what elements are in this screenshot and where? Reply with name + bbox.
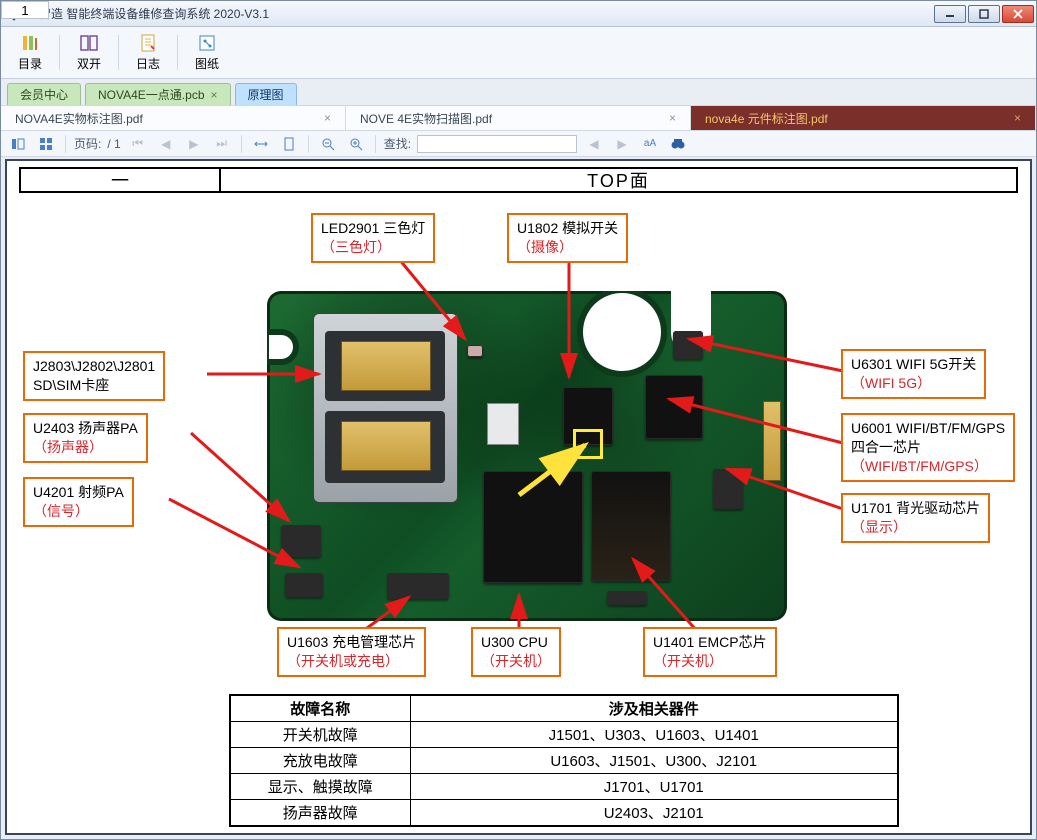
window-title: 鑫智造 智能终端设备维修查询系统 2020-V3.1 — [27, 5, 269, 22]
last-page-button[interactable]: ⏭ — [211, 134, 233, 154]
binoculars-icon[interactable] — [667, 134, 689, 154]
find-next-button[interactable]: ▶ — [611, 134, 633, 154]
board-diagram: LED2901 三色灯（三色灯） U1802 模拟开关（摄像） J2803\J2… — [19, 199, 1018, 683]
thumbnails-button[interactable] — [35, 134, 57, 154]
doc-tab-3[interactable]: nova4e 元件标注图.pdf× — [691, 106, 1036, 130]
log-button[interactable]: 日志 — [125, 31, 171, 74]
page-header: 一 TOP面 — [19, 167, 1018, 193]
callout-j2803: J2803\J2802\J2801SD\SIM卡座 — [23, 351, 165, 401]
drawing-label: 图纸 — [195, 55, 219, 72]
log-label: 日志 — [136, 55, 160, 72]
pdf-toolbar: 页码: / 1 ⏮ ◀ ▶ ⏭ 查找: ◀ ▶ aA — [1, 131, 1036, 157]
page-total: / 1 — [107, 137, 120, 151]
close-icon[interactable]: × — [211, 88, 218, 102]
tab-pcb-file[interactable]: NOVA4E一点通.pcb× — [85, 83, 231, 105]
pdf-viewer[interactable]: 一 TOP面 — [5, 159, 1032, 835]
table-row: 充放电故障U1603、J1501、U300、J2101 — [230, 748, 898, 774]
fit-page-button[interactable] — [278, 134, 300, 154]
tab-schematic[interactable]: 原理图 — [235, 83, 297, 105]
page-input[interactable] — [1, 1, 49, 19]
zoom-out-button[interactable] — [317, 134, 339, 154]
doc-tab-2[interactable]: NOVE 4E实物扫描图.pdf× — [346, 106, 691, 130]
callout-u1701: U1701 背光驱动芯片（显示） — [841, 493, 990, 543]
dual-button[interactable]: 双开 — [66, 31, 112, 74]
th-fault-name: 故障名称 — [230, 695, 410, 722]
fit-width-button[interactable] — [250, 134, 272, 154]
callout-led2901: LED2901 三色灯（三色灯） — [311, 213, 435, 263]
main-tabstrip: 会员中心 NOVA4E一点通.pcb× 原理图 — [1, 79, 1036, 105]
find-label: 查找: — [384, 135, 411, 152]
table-row: 开关机故障J1501、U303、U1603、U1401 — [230, 722, 898, 748]
table-row: 扬声器故障U2403、J2101 — [230, 800, 898, 827]
drawing-button[interactable]: 图纸 — [184, 31, 230, 74]
callout-u1802: U1802 模拟开关（摄像） — [507, 213, 628, 263]
catalog-icon — [20, 33, 40, 53]
callout-u1603: U1603 充电管理芯片（开关机或充电） — [277, 627, 426, 677]
callout-u6301: U6301 WIFI 5G开关（WIFI 5G） — [841, 349, 986, 399]
sidebar-toggle-button[interactable] — [7, 134, 29, 154]
table-row: 显示、触摸故障J1701、U1701 — [230, 774, 898, 800]
dual-icon — [79, 33, 99, 53]
title-bar[interactable]: 鑫智造 智能终端设备维修查询系统 2020-V3.1 — [1, 1, 1036, 27]
fault-table: 故障名称 涉及相关器件 开关机故障J1501、U303、U1603、U1401 … — [229, 694, 899, 827]
minimize-button[interactable] — [934, 5, 966, 23]
drawing-icon — [197, 33, 217, 53]
close-icon[interactable]: × — [324, 111, 331, 125]
page-header-index: 一 — [21, 169, 221, 191]
app-window: 鑫智造 智能终端设备维修查询系统 2020-V3.1 目录 双开 日志 — [0, 0, 1037, 840]
callout-u2403: U2403 扬声器PA（扬声器） — [23, 413, 148, 463]
first-page-button[interactable]: ⏮ — [127, 134, 149, 154]
doc-tab-1[interactable]: NOVA4E实物标注图.pdf× — [1, 106, 346, 130]
window-controls — [934, 5, 1034, 23]
catalog-button[interactable]: 目录 — [7, 31, 53, 74]
document-tabstrip: NOVA4E实物标注图.pdf× NOVE 4E实物扫描图.pdf× nova4… — [1, 105, 1036, 131]
find-prev-button[interactable]: ◀ — [583, 134, 605, 154]
table-header-row: 故障名称 涉及相关器件 — [230, 695, 898, 722]
th-components: 涉及相关器件 — [410, 695, 898, 722]
main-toolbar: 目录 双开 日志 图纸 — [1, 27, 1036, 79]
catalog-label: 目录 — [18, 55, 42, 72]
find-input[interactable] — [417, 135, 577, 153]
page-header-title: TOP面 — [221, 169, 1016, 191]
callout-u300: U300 CPU（开关机） — [471, 627, 561, 677]
callout-u1401: U1401 EMCP芯片（开关机） — [643, 627, 777, 677]
page-label: 页码: — [74, 135, 101, 152]
zoom-in-button[interactable] — [345, 134, 367, 154]
log-icon — [138, 33, 158, 53]
pdf-page: 一 TOP面 — [7, 161, 1030, 833]
close-icon[interactable]: × — [669, 111, 676, 125]
tab-member-center[interactable]: 会员中心 — [7, 83, 81, 105]
dual-label: 双开 — [77, 55, 101, 72]
callout-u4201: U4201 射频PA（信号） — [23, 477, 134, 527]
prev-page-button[interactable]: ◀ — [155, 134, 177, 154]
next-page-button[interactable]: ▶ — [183, 134, 205, 154]
match-case-button[interactable]: aA — [639, 134, 661, 154]
maximize-button[interactable] — [968, 5, 1000, 23]
close-button[interactable] — [1002, 5, 1034, 23]
callout-u6001: U6001 WIFI/BT/FM/GPS四合一芯片（WIFI/BT/FM/GPS… — [841, 413, 1015, 482]
close-icon[interactable]: × — [1014, 111, 1021, 125]
